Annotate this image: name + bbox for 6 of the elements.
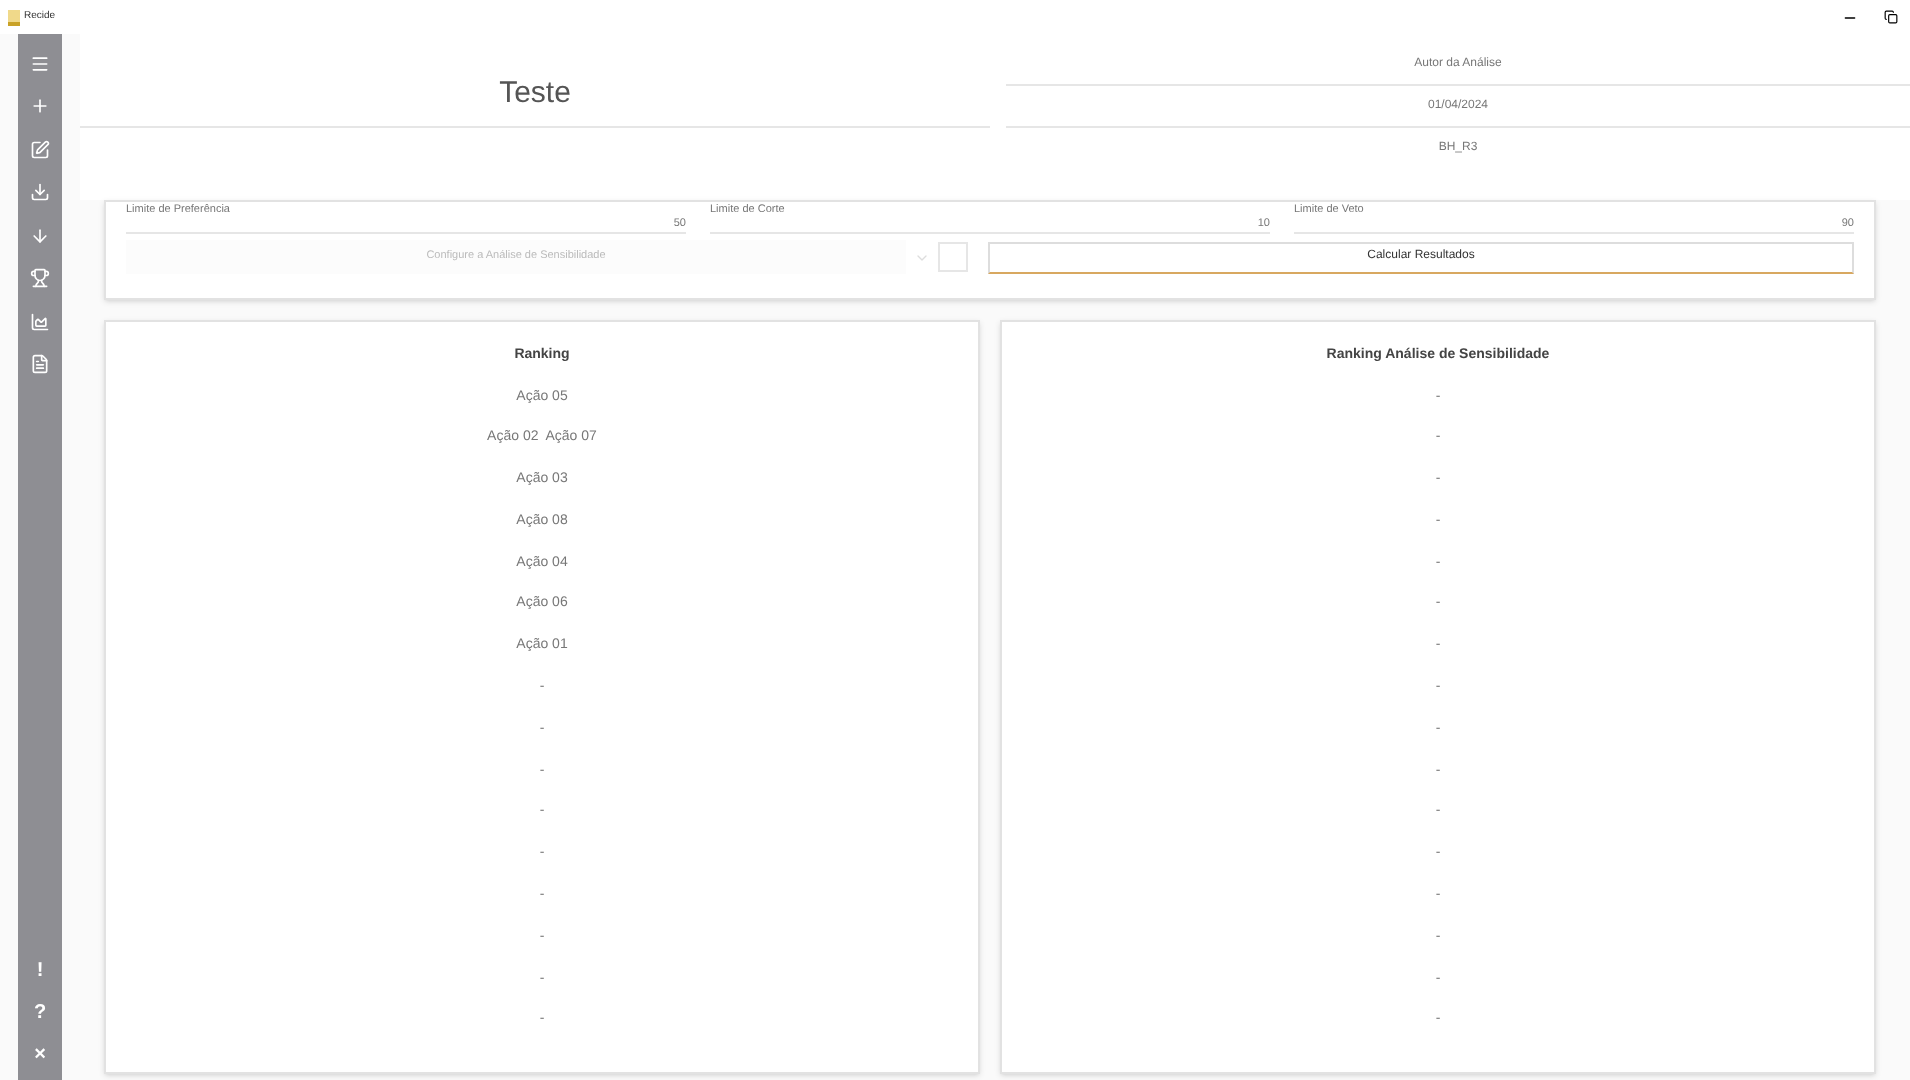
sidebar-button[interactable]: × [34, 1034, 46, 1076]
checkbox[interactable] [938, 242, 968, 272]
restore-icon [1883, 10, 1897, 24]
sidebar-button[interactable]: ! [36, 950, 44, 992]
sidebar-button[interactable]: ? [33, 992, 47, 1034]
analysis-title: Teste [80, 34, 990, 128]
